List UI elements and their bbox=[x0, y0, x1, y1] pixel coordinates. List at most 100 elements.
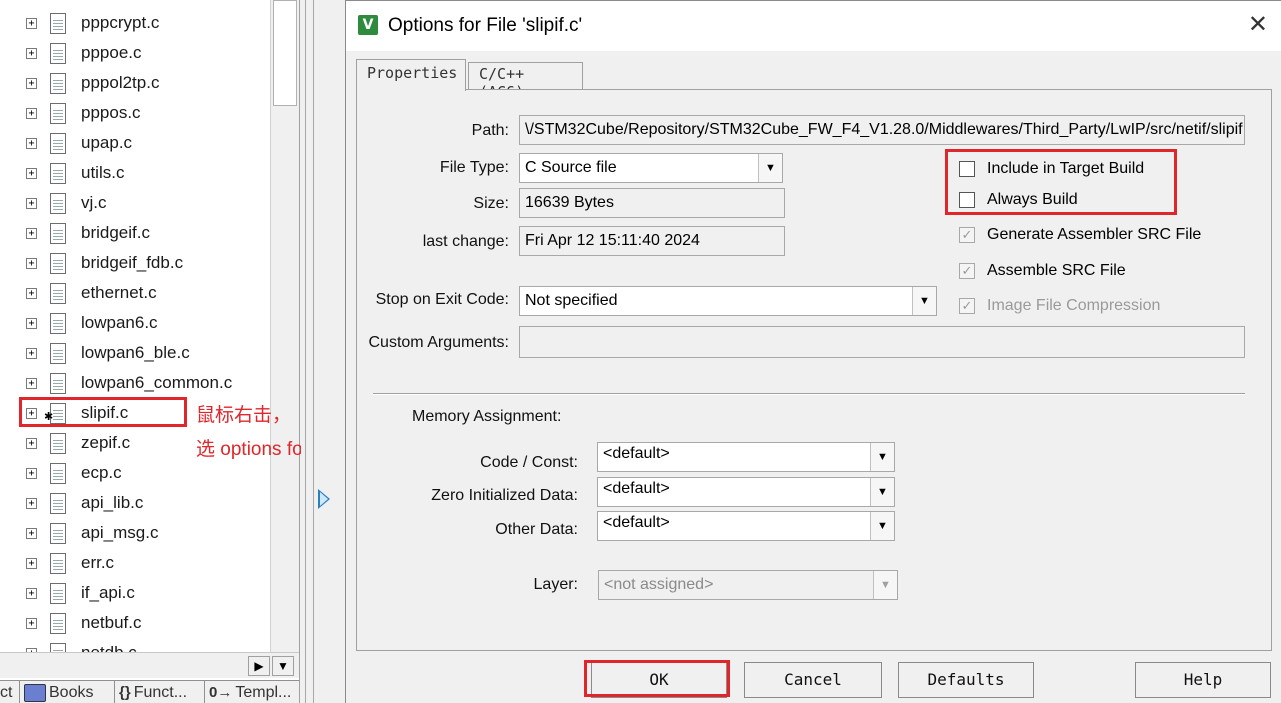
tree-file-item[interactable]: + ethernet.c bbox=[0, 278, 270, 308]
expand-plus-icon[interactable]: + bbox=[26, 467, 37, 479]
c-file-icon bbox=[50, 492, 66, 514]
image-file-compression-label: Image File Compression bbox=[987, 297, 1161, 314]
expand-plus-icon[interactable]: + bbox=[26, 317, 37, 329]
dialog-tab-bar: Properties C/C++ (AC6) bbox=[356, 59, 756, 101]
c-file-icon bbox=[50, 372, 66, 394]
chevron-down-icon[interactable]: ▼ bbox=[870, 443, 894, 471]
tree-file-item[interactable]: + bridgeif_fdb.c bbox=[0, 248, 270, 278]
tree-file-item[interactable]: + upap.c bbox=[0, 128, 270, 158]
tree-file-item[interactable]: + netbuf.c bbox=[0, 608, 270, 638]
expand-plus-icon[interactable]: + bbox=[26, 407, 37, 419]
project-tree-panel: + pppcrypt.c + pppoe.c + pppol2tp.c + pppos.c + u… bbox=[0, 0, 300, 703]
tree-horizontal-scrollbar[interactable]: ▶ ▼ bbox=[0, 652, 299, 678]
expand-plus-icon[interactable]: + bbox=[26, 347, 37, 359]
tree-file-item[interactable]: + lowpan6_ble.c bbox=[0, 338, 270, 368]
stop-on-exit-select[interactable]: Not specified ▼ bbox=[519, 286, 937, 316]
expand-plus-icon[interactable]: + bbox=[26, 377, 37, 389]
code-const-select[interactable]: <default> ▼ bbox=[597, 442, 895, 472]
c-file-icon bbox=[50, 282, 66, 304]
tree-file-item[interactable]: + ecp.c bbox=[0, 458, 270, 488]
tree-file-item[interactable]: + pppol2tp.c bbox=[0, 68, 270, 98]
size-label: Size: bbox=[473, 195, 509, 212]
expand-plus-icon[interactable]: + bbox=[26, 107, 37, 119]
expand-plus-icon[interactable]: + bbox=[26, 137, 37, 149]
tab-c-cpp-ac6[interactable]: C/C++ (AC6) bbox=[468, 62, 583, 101]
expand-plus-icon[interactable]: + bbox=[26, 257, 37, 269]
size-value: 16639 Bytes bbox=[525, 194, 614, 211]
scroll-down-button[interactable]: ▼ bbox=[272, 656, 294, 676]
cancel-button[interactable]: Cancel bbox=[744, 662, 882, 698]
tree-file-item[interactable]: + api_lib.c bbox=[0, 488, 270, 518]
chevron-down-icon[interactable]: ▼ bbox=[758, 154, 782, 182]
c-file-icon bbox=[50, 612, 66, 634]
tree-file-item[interactable]: + pppoe.c bbox=[0, 38, 270, 68]
always-build-box[interactable] bbox=[959, 192, 975, 208]
tab-templates[interactable]: 0→ Templ... bbox=[205, 681, 299, 703]
expand-plus-icon[interactable]: + bbox=[26, 227, 37, 239]
layer-select: <not assigned> ▼ bbox=[598, 570, 898, 600]
tab-properties[interactable]: Properties bbox=[356, 59, 466, 91]
tree-file-item[interactable]: + vj.c bbox=[0, 188, 270, 218]
assemble-src-checkbox[interactable]: ✓ Assemble SRC File bbox=[959, 262, 1126, 280]
c-file-icon bbox=[50, 312, 66, 334]
tree-file-item[interactable]: + bridgeif.c bbox=[0, 218, 270, 248]
expand-plus-icon[interactable]: + bbox=[26, 587, 37, 599]
other-data-select[interactable]: <default> ▼ bbox=[597, 511, 895, 541]
include-in-target-build-box[interactable] bbox=[959, 161, 975, 177]
zero-init-select[interactable]: <default> ▼ bbox=[597, 477, 895, 507]
generate-asm-src-checkbox[interactable]: ✓ Generate Assembler SRC File bbox=[959, 226, 1201, 244]
file-type-value: C Source file bbox=[525, 159, 617, 176]
tab-books[interactable]: Books bbox=[20, 681, 115, 703]
tree-file-item[interactable]: + lowpan6_common.c bbox=[0, 368, 270, 398]
memory-assignment-label: Memory Assignment: bbox=[412, 408, 562, 425]
keil-app-icon: V bbox=[358, 15, 378, 35]
custom-args-field[interactable] bbox=[519, 326, 1245, 358]
expand-plus-icon[interactable]: + bbox=[26, 557, 37, 569]
tree-file-item[interactable]: + err.c bbox=[0, 548, 270, 578]
chevron-down-icon[interactable]: ▼ bbox=[870, 512, 894, 540]
tree-file-item[interactable]: + utils.c bbox=[0, 158, 270, 188]
expand-panel-arrow-icon[interactable] bbox=[318, 489, 330, 509]
c-file-icon bbox=[50, 132, 66, 154]
path-field[interactable]: \/STM32Cube/Repository/STM32Cube_FW_F4_V… bbox=[519, 115, 1245, 145]
close-button[interactable]: ✕ bbox=[1248, 11, 1268, 39]
tree-file-item[interactable]: + if_api.c bbox=[0, 578, 270, 608]
check-icon[interactable]: ✓ bbox=[959, 227, 975, 243]
expand-plus-icon[interactable]: + bbox=[26, 47, 37, 59]
include-in-target-build-checkbox[interactable]: Include in Target Build bbox=[959, 160, 1144, 178]
tree-file-label: pppos.c bbox=[81, 103, 141, 122]
expand-plus-icon[interactable]: + bbox=[26, 617, 37, 629]
tab-functions[interactable]: {} Funct... bbox=[115, 681, 205, 703]
dialog-titlebar[interactable]: V Options for File 'slipif.c' ✕ bbox=[346, 1, 1281, 51]
scroll-right-button[interactable]: ▶ bbox=[248, 656, 270, 676]
expand-plus-icon[interactable]: + bbox=[26, 437, 37, 449]
expand-plus-icon[interactable]: + bbox=[26, 197, 37, 209]
expand-plus-icon[interactable]: + bbox=[26, 497, 37, 509]
expand-plus-icon[interactable]: + bbox=[26, 17, 37, 29]
expand-plus-icon[interactable]: + bbox=[26, 77, 37, 89]
expand-plus-icon[interactable]: + bbox=[26, 287, 37, 299]
tab-project[interactable]: ct bbox=[0, 681, 20, 703]
help-button[interactable]: Help bbox=[1135, 662, 1271, 698]
chevron-down-icon[interactable]: ▼ bbox=[912, 287, 936, 315]
tree-file-item[interactable]: + pppos.c bbox=[0, 98, 270, 128]
check-icon[interactable]: ✓ bbox=[959, 263, 975, 279]
chevron-down-icon[interactable]: ▼ bbox=[870, 478, 894, 506]
c-file-icon bbox=[50, 582, 66, 604]
always-build-checkbox[interactable]: Always Build bbox=[959, 191, 1078, 209]
tree-scroll-thumb[interactable] bbox=[273, 0, 297, 106]
code-const-value: <default> bbox=[603, 445, 670, 462]
expand-plus-icon[interactable]: + bbox=[26, 527, 37, 539]
tree-file-label: ethernet.c bbox=[81, 283, 157, 302]
defaults-button[interactable]: Defaults bbox=[898, 662, 1034, 698]
tree-file-item[interactable]: + api_msg.c bbox=[0, 518, 270, 548]
books-icon bbox=[24, 683, 46, 702]
tree-file-item[interactable]: + lowpan6.c bbox=[0, 308, 270, 338]
tree-file-item[interactable]: + pppcrypt.c bbox=[0, 8, 270, 38]
ok-button[interactable]: OK bbox=[591, 662, 727, 698]
tree-file-label: lowpan6_ble.c bbox=[81, 343, 190, 362]
tree-vertical-scrollbar[interactable] bbox=[270, 0, 299, 652]
file-type-select[interactable]: C Source file ▼ bbox=[519, 153, 783, 183]
expand-plus-icon[interactable]: + bbox=[26, 167, 37, 179]
assemble-src-label: Assemble SRC File bbox=[987, 262, 1126, 279]
